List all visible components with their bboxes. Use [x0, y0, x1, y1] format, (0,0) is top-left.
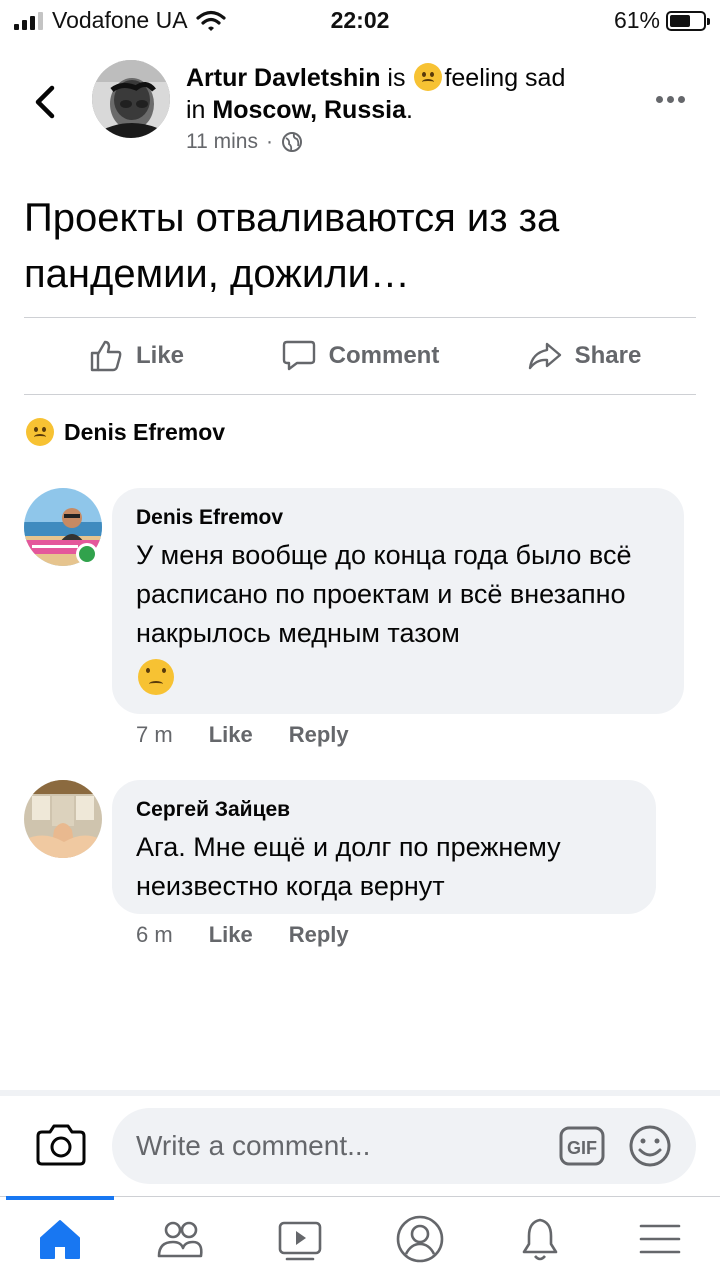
comment-meta: 7 m Like Reply — [136, 722, 349, 748]
comment-input[interactable] — [136, 1122, 536, 1170]
comment-like-button[interactable]: Like — [209, 922, 253, 948]
comment-bubble-icon — [282, 340, 315, 371]
share-arrow-icon — [528, 342, 561, 370]
status-bar: Vodafone UA 22:02 61% — [0, 0, 720, 40]
profile-icon — [396, 1215, 444, 1262]
online-status-dot — [76, 543, 98, 565]
post-actions: Like Comment Share — [24, 318, 696, 394]
thumbs-up-icon — [90, 340, 122, 372]
comment-author[interactable]: Сергей Зайцев — [136, 796, 632, 824]
comment-time[interactable]: 6 m — [136, 922, 173, 948]
post-header-text: Artur Davletshin is feeling sad in Mosco… — [186, 62, 626, 126]
like-button[interactable]: Like — [24, 318, 248, 394]
tab-menu[interactable] — [600, 1197, 720, 1280]
gif-icon[interactable]: GIF — [558, 1124, 606, 1168]
author-photo — [92, 60, 170, 138]
author-name[interactable]: Artur Davletshin — [186, 64, 380, 92]
comment-composer[interactable]: GIF — [112, 1108, 696, 1184]
composer-separator — [0, 1090, 720, 1096]
emoji-picker-icon[interactable] — [628, 1124, 672, 1168]
crying-emoji-icon — [26, 418, 54, 446]
tab-groups[interactable] — [120, 1197, 240, 1280]
svg-text:GIF: GIF — [567, 1138, 597, 1158]
notifications-icon — [522, 1218, 558, 1260]
reaction-name: Denis Efremov — [64, 418, 226, 445]
back-chevron-icon[interactable] — [30, 82, 62, 122]
bottom-tab-bar — [0, 1196, 720, 1280]
comment-time[interactable]: 7 m — [136, 722, 173, 748]
camera-icon[interactable] — [36, 1122, 86, 1166]
comment-like-button[interactable]: Like — [209, 722, 253, 748]
disappointed-emoji-wrap — [136, 659, 660, 701]
commenter-avatar[interactable] — [24, 780, 102, 858]
like-label: Like — [135, 342, 185, 369]
post-time[interactable]: 11 mins — [186, 130, 258, 154]
post-body: Проекты отваливаются из за пандемии, дож… — [24, 196, 560, 296]
watch-icon — [278, 1221, 322, 1260]
groups-icon — [157, 1221, 203, 1257]
divider-bottom — [24, 394, 696, 395]
comment-meta: 6 m Like Reply — [136, 922, 349, 948]
battery-icon — [666, 10, 710, 31]
tab-notifications[interactable] — [480, 1197, 600, 1280]
home-icon — [40, 1219, 80, 1259]
more-options-icon[interactable] — [656, 96, 685, 103]
comment-bubble[interactable]: Сергей Зайцев Ага. Мне ещё и долг по пре… — [112, 780, 656, 914]
location-suffix: . — [405, 96, 413, 124]
comment-author[interactable]: Denis Efremov — [136, 504, 660, 532]
in-text: in — [186, 96, 213, 124]
comment-text: Ага. Мне ещё и долг по прежнему неизвест… — [136, 832, 561, 901]
globe-icon — [281, 132, 302, 152]
battery-percent: 61% — [613, 7, 660, 33]
author-avatar[interactable] — [92, 60, 170, 138]
clock: 22:02 — [330, 7, 390, 33]
reaction-summary[interactable]: Denis Efremov — [24, 418, 225, 446]
comment-text-body: У меня вообще до конца года было всё рас… — [136, 540, 632, 648]
location-link[interactable]: Moscow, Russia — [212, 96, 406, 124]
status-right: 61% — [613, 7, 710, 34]
comment-reply-button[interactable]: Reply — [289, 722, 349, 748]
comment-label: Comment — [328, 342, 440, 369]
comment-reply-button[interactable]: Reply — [289, 922, 349, 948]
share-label: Share — [574, 342, 642, 369]
commenter-photo — [24, 780, 102, 858]
is-text: is — [380, 64, 413, 92]
disappointed-emoji-icon — [138, 659, 174, 695]
post-meta: 11 mins · — [186, 130, 303, 154]
sad-emoji-icon — [414, 63, 443, 91]
share-button[interactable]: Share — [472, 318, 696, 394]
menu-icon — [639, 1224, 681, 1253]
comment-text: У меня вообще до конца года было всё рас… — [136, 536, 660, 701]
comment-button[interactable]: Comment — [248, 318, 472, 394]
active-tab-indicator — [6, 1196, 114, 1200]
feeling-text: feeling sad — [444, 64, 566, 92]
tab-watch[interactable] — [240, 1197, 360, 1280]
tab-profile[interactable] — [360, 1197, 480, 1280]
meta-separator: · — [265, 130, 273, 153]
comment-bubble[interactable]: Denis Efremov У меня вообще до конца год… — [112, 488, 684, 714]
tab-home[interactable] — [0, 1196, 120, 1280]
